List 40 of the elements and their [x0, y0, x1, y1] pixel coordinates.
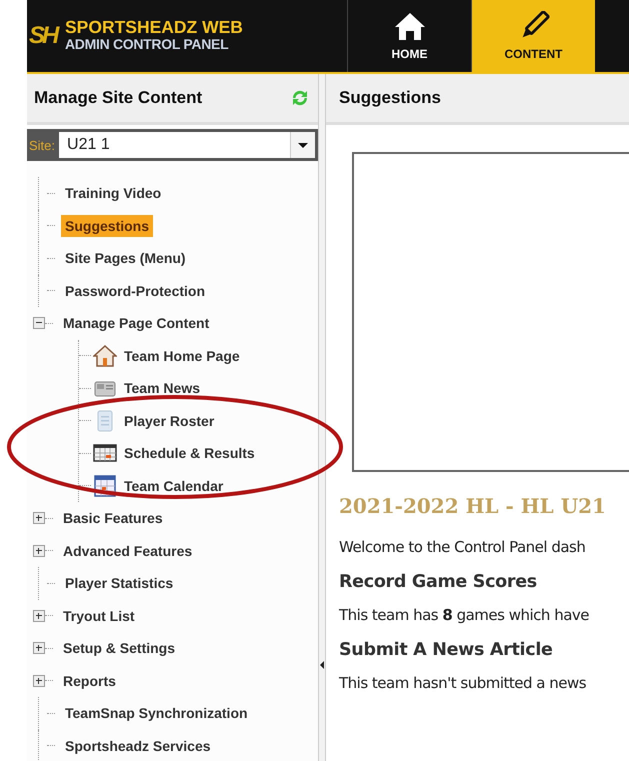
tree-item[interactable]: Basic Features [59, 507, 167, 530]
site-label: Site: [28, 138, 56, 152]
logo-mark: SH [29, 22, 58, 50]
tree-item[interactable]: Setup & Settings [59, 637, 180, 660]
site-dropdown[interactable]: U21 1 [59, 132, 315, 158]
tree-item[interactable]: Password-Protection [61, 280, 210, 302]
section-heading: Record Game Scores [339, 572, 538, 592]
home-icon [394, 11, 426, 41]
nav-tab[interactable]: CONTENT [471, 0, 595, 72]
panel-title: Manage Site Content [34, 88, 202, 108]
house-icon [93, 344, 117, 368]
section-heading: Submit A News Article [339, 640, 554, 660]
app-subtitle: ADMIN CONTROL PANEL [65, 36, 230, 53]
expander-icon[interactable] [33, 544, 45, 557]
tree-item[interactable]: Tryout List [59, 604, 139, 627]
tree-item[interactable]: Player Roster [120, 410, 218, 432]
season-headline: 2021-2022 HL - HL U21 [339, 494, 607, 518]
tree-item[interactable]: Team News [120, 377, 204, 400]
tree-item[interactable]: Manage Page Content [59, 312, 214, 334]
expander-icon[interactable] [33, 642, 45, 654]
paragraph: Welcome to the Control Panel dash [339, 538, 586, 556]
tree-item[interactable]: Suggestions [61, 214, 154, 237]
tree-item[interactable]: Site Pages (Menu) [61, 247, 190, 270]
tree-item[interactable]: Player Statistics [61, 572, 178, 594]
expander-icon[interactable] [33, 512, 45, 524]
tree-item[interactable]: Team Home Page [120, 344, 244, 367]
paragraph: This team hasn't submitted a news [339, 674, 588, 692]
tree-item[interactable]: Reports [59, 670, 120, 692]
expander-icon[interactable] [33, 674, 45, 687]
expander-icon[interactable] [33, 610, 45, 622]
app-title: SPORTSHEADZ WEB [65, 19, 243, 36]
tree-item[interactable]: Advanced Features [59, 540, 196, 562]
paragraph: This team has 8 games which have [339, 606, 590, 624]
content-title: Suggestions [339, 88, 442, 108]
tree-item[interactable]: Team Calendar [120, 474, 228, 497]
expander-icon[interactable] [33, 317, 45, 330]
tree-item[interactable]: Training Video [61, 182, 166, 204]
tree-item[interactable]: Sportsheadz Services [61, 734, 215, 757]
tree-item[interactable]: TeamSnap Synchronization [61, 702, 252, 724]
tree-item[interactable]: Schedule & Results [120, 442, 259, 464]
